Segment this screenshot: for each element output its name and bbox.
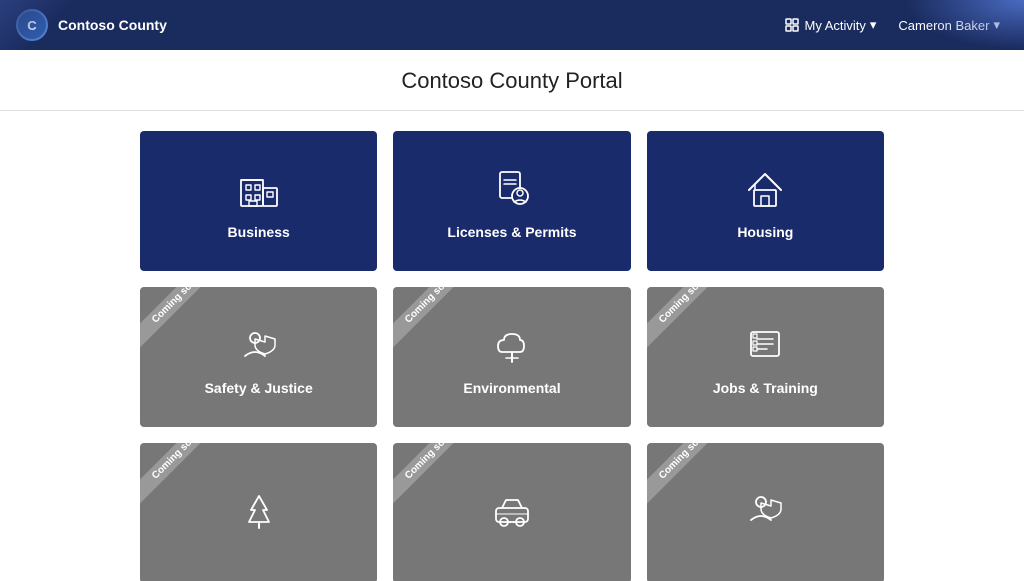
parks-icon [233,482,285,534]
portal-title: Contoso County Portal [401,68,622,93]
housing-label: Housing [737,224,793,240]
portal-title-bar: Contoso County Portal [0,50,1024,111]
business-label: Business [228,224,290,240]
tile-transportation[interactable]: Coming soon [393,443,630,581]
tile-housing[interactable]: Housing [647,131,884,271]
coming-soon-ribbon-safety: Coming soon [140,287,209,349]
tile-grid: Business Licenses & Permits [140,131,884,581]
logo-icon: C [16,9,48,41]
tile-people[interactable]: Coming soon [647,443,884,581]
header: C Contoso County My Activity ▾ Cameron B… [0,0,1024,50]
tile-safety-justice[interactable]: Coming soon Safety & Justice [140,287,377,427]
user-label: Cameron Baker [898,18,989,33]
building-icon [233,162,285,214]
tile-jobs-training[interactable]: Coming soon Jobs & Training [647,287,884,427]
environmental-label: Environmental [463,380,560,396]
coming-soon-ribbon-people: Coming soon [647,443,716,505]
main-content: Business Licenses & Permits [0,111,1024,581]
jobs-training-label: Jobs & Training [713,380,818,396]
permit-icon [486,162,538,214]
my-activity-button[interactable]: My Activity ▾ [776,13,884,37]
app-name: Contoso County [58,17,167,33]
coming-soon-ribbon-transport: Coming soon [393,443,462,505]
user-chevron: ▾ [993,17,1000,33]
tree-icon [486,318,538,370]
coming-soon-ribbon-env: Coming soon [393,287,462,349]
safety-justice-label: Safety & Justice [205,380,313,396]
user-menu-button[interactable]: Cameron Baker ▾ [890,13,1008,37]
activity-label: My Activity [804,18,865,33]
tile-licenses-permits[interactable]: Licenses & Permits [393,131,630,271]
tile-parks[interactable]: Coming soon [140,443,377,581]
coming-soon-ribbon-parks: Coming soon [140,443,209,505]
coming-soon-ribbon-jobs: Coming soon [647,287,716,349]
licenses-permits-label: Licenses & Permits [447,224,576,240]
house-icon [739,162,791,214]
activity-chevron: ▾ [870,17,877,33]
header-left: C Contoso County [16,9,167,41]
activity-icon [784,17,800,33]
tile-business[interactable]: Business [140,131,377,271]
tile-environmental[interactable]: Coming soon Environmental [393,287,630,427]
safety-icon [233,318,285,370]
header-right: My Activity ▾ Cameron Baker ▾ [776,13,1008,37]
car-icon [486,482,538,534]
jobs-icon [739,318,791,370]
people2-icon [739,482,791,534]
